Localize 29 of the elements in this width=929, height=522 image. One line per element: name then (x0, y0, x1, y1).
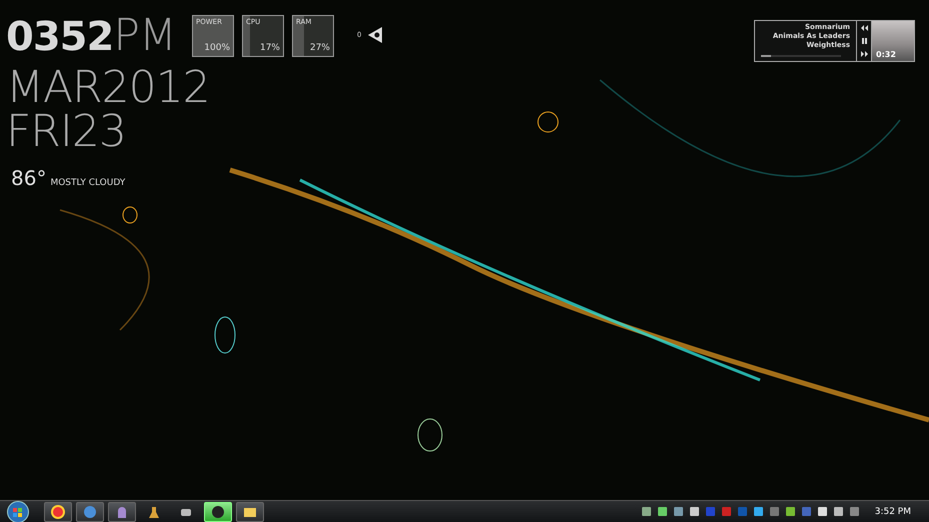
taskbar-app-button[interactable] (236, 502, 264, 522)
pause-icon[interactable] (862, 38, 866, 44)
meter-reading: 100% (204, 43, 230, 53)
tray-icon[interactable] (784, 506, 796, 517)
tray-icon[interactable] (656, 506, 668, 517)
elapsed-time: 0:32 (876, 50, 896, 59)
taskbar-clock[interactable]: 3:52 PM (874, 506, 911, 516)
date-day: FRI23 (6, 110, 210, 154)
app-icon[interactable] (51, 504, 65, 518)
tray-icon[interactable] (752, 506, 764, 517)
taskbar-app-button[interactable] (44, 502, 72, 522)
fast-forward-icon[interactable] (860, 51, 868, 58)
app-icon[interactable] (211, 504, 225, 518)
rewind-icon[interactable] (860, 24, 868, 31)
start-button[interactable] (4, 500, 32, 522)
tray-icon[interactable] (672, 506, 684, 517)
app-icon[interactable] (147, 504, 161, 518)
weather-condition: MOSTLY CLOUDY (50, 178, 126, 188)
tray-icon[interactable] (816, 506, 828, 517)
tray-icon[interactable] (640, 506, 652, 517)
meter-reading: 17% (260, 43, 280, 53)
temperature: 86° (11, 166, 46, 190)
tray-icon[interactable] (832, 506, 844, 517)
clock-time: 0352 (6, 17, 114, 57)
tray-icon[interactable] (688, 506, 700, 517)
clock-period: PM (113, 14, 176, 58)
app-icon[interactable] (115, 504, 129, 518)
meter-reading: 27% (310, 43, 330, 53)
date-month-year: MAR2012 (6, 66, 210, 110)
